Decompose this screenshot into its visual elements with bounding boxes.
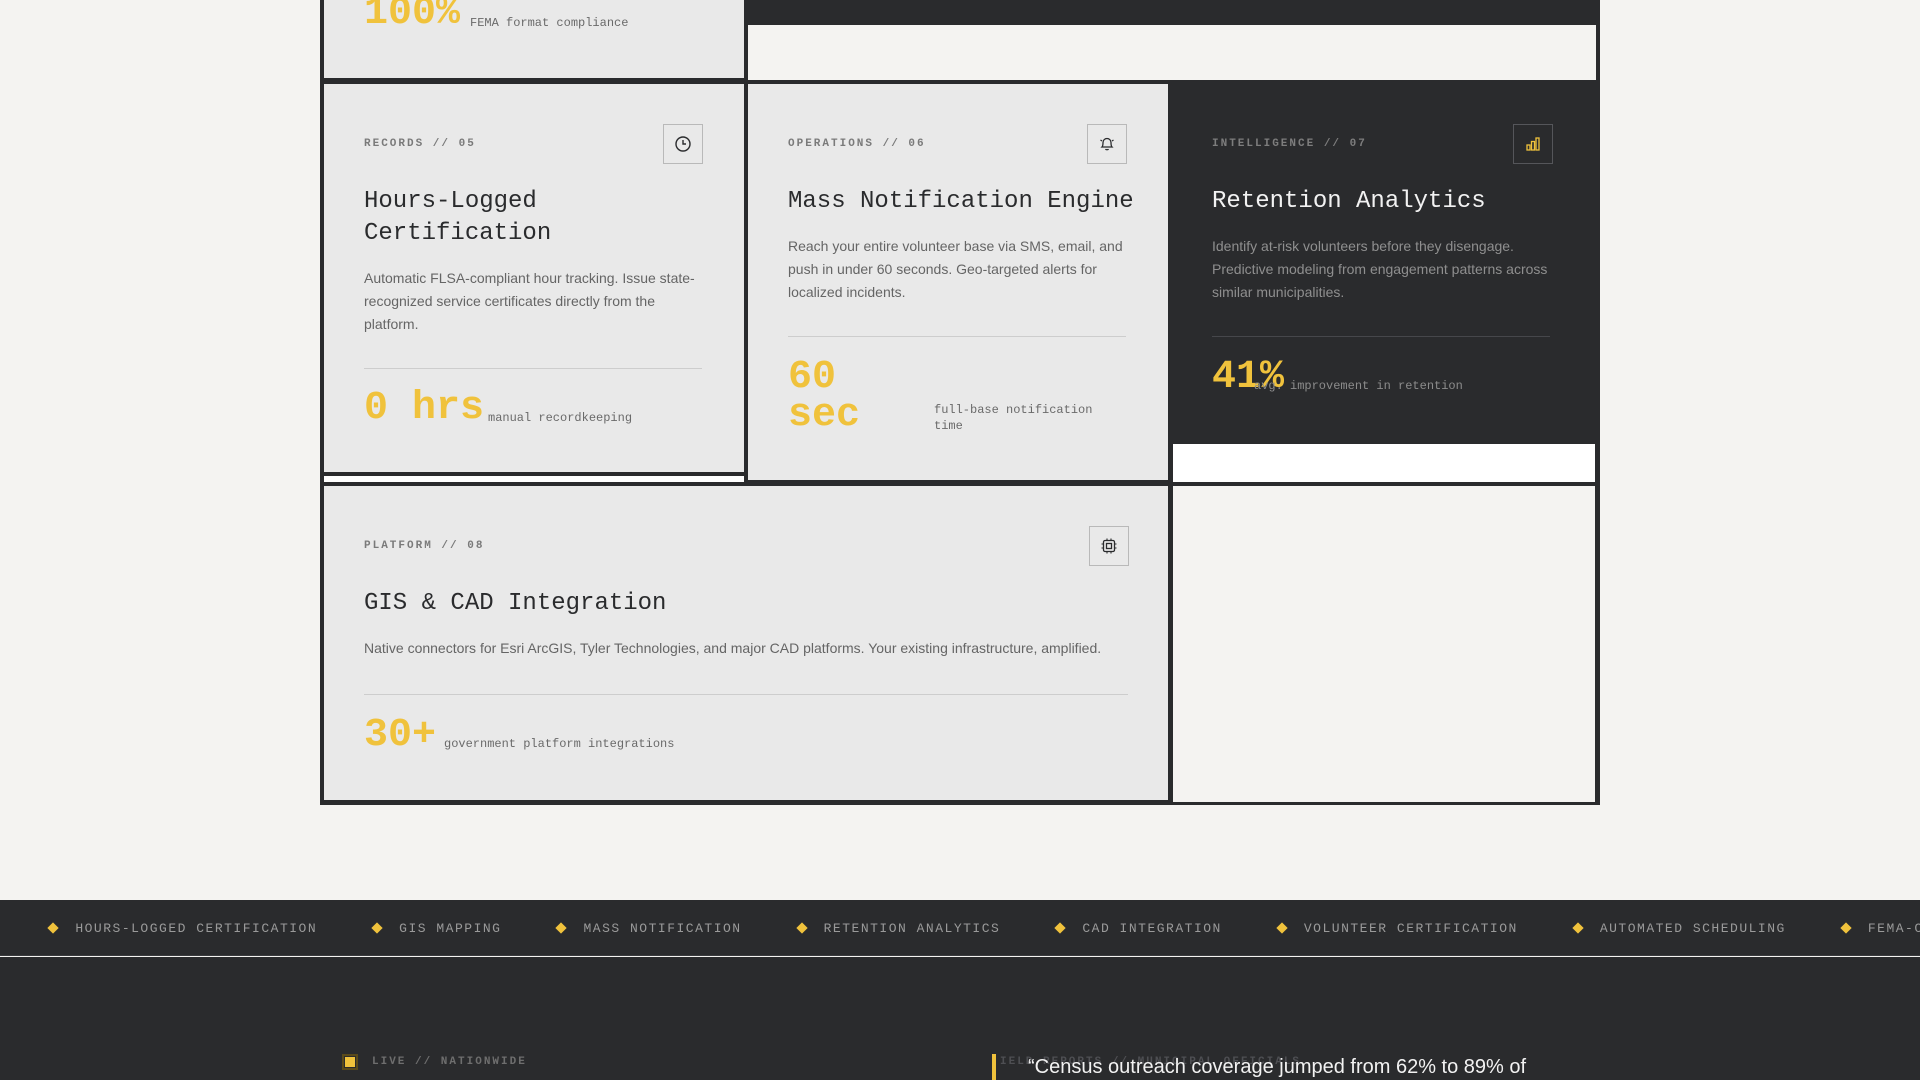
- ticker-item-label: RETENTION ANALYTICS: [823, 920, 1001, 936]
- ticker-item-label: AUTOMATED SCHEDULING: [1599, 920, 1786, 936]
- divider: [1212, 336, 1550, 337]
- stat-label-line: time: [934, 419, 963, 433]
- feature-card-records: RECORDS // 05 Hours-Logged Certification…: [324, 84, 744, 472]
- stat-label: manual recordkeeping: [488, 411, 633, 425]
- ticker-item-label: FEMA-COMPAT: [1867, 920, 1920, 936]
- stat-label: government platform integrations: [444, 737, 675, 751]
- card-title-line: GIS & CAD Integration: [364, 590, 667, 617]
- feature-card-platform: PLATFORM // 08 GIS & CAD Integration Nat…: [324, 486, 1168, 800]
- empty-cell: [324, 476, 744, 482]
- chip-icon: [1089, 526, 1129, 566]
- stat-value-line: sec: [788, 393, 861, 438]
- diamond-icon: [795, 922, 808, 934]
- card-description: Identify at-risk volunteers before they …: [1212, 235, 1547, 304]
- card-description: Native connectors for Esri ArcGIS, Tyler…: [364, 637, 1101, 660]
- empty-cell: [1173, 486, 1595, 802]
- live-status-icon: [342, 1054, 358, 1070]
- empty-cell: [1173, 444, 1595, 482]
- bell-icon: [1087, 124, 1127, 164]
- desc-line: Automatic FLSA-compliant hour tracking. …: [364, 270, 695, 286]
- clock-icon: [663, 124, 703, 164]
- ticker-item: AUTOMATED SCHEDULING: [1572, 920, 1786, 936]
- card-tag: OPERATIONS // 06: [788, 138, 926, 150]
- stat-label-line: full-base notification: [934, 403, 1093, 417]
- stat-label: full-base notification time: [934, 402, 1092, 434]
- ticker-item: RETENTION ANALYTICS: [795, 920, 1001, 936]
- desc-line: similar municipalities.: [1212, 284, 1345, 300]
- testimonial-section: [0, 957, 1920, 1080]
- desc-line: Reach your entire volunteer base via SMS…: [788, 238, 1123, 254]
- diamond-icon: [1572, 922, 1584, 934]
- ticker-item: CAD INTEGRATION: [1054, 920, 1222, 936]
- stat-value: 100%: [364, 0, 461, 36]
- card-title-line: Mass Notification Engine: [788, 188, 1134, 215]
- feature-ticker: N HOURS-LOGGED CERTIFICATION GIS MAPPING…: [0, 900, 1920, 956]
- ticker-item-label: GIS MAPPING: [399, 920, 502, 936]
- stat-label: FEMA format compliance: [470, 16, 629, 30]
- card-tag: RECORDS // 05: [364, 138, 476, 150]
- testimonial-quote: “Census outreach coverage jumped from 62…: [1028, 1056, 1527, 1078]
- stat-value: 60 sec: [788, 355, 861, 438]
- card-title: Hours-Logged Certification: [364, 186, 551, 250]
- card-title-line: Certification: [364, 220, 552, 247]
- card-title-line: Retention Analytics: [1212, 188, 1486, 215]
- desc-line: push in under 60 seconds. Geo-targeted a…: [788, 261, 1097, 277]
- desc-line: Identify at-risk volunteers before they …: [1212, 238, 1514, 254]
- desc-line: Native connectors for Esri ArcGIS, Tyler…: [364, 640, 1102, 656]
- card-title: Retention Analytics: [1212, 186, 1486, 218]
- stat-label: avg. improvement in retention: [1254, 379, 1463, 393]
- ticker-item-label: CAD INTEGRATION: [1082, 920, 1222, 936]
- card-title-line: Hours-Logged: [364, 188, 537, 215]
- ticker-item: HOURS-LOGGED CERTIFICATION: [47, 920, 318, 936]
- live-label: LIVE // NATIONWIDE: [372, 1056, 527, 1068]
- ticker-item: VOLUNTEER CERTIFICATION: [1276, 920, 1518, 936]
- diamond-icon: [1840, 922, 1852, 934]
- desc-line: localized incidents.: [788, 284, 906, 300]
- card-title: GIS & CAD Integration: [364, 588, 666, 620]
- diamond-icon: [47, 922, 59, 934]
- divider: [364, 368, 702, 369]
- card-title: Mass Notification Engine: [788, 186, 1134, 218]
- empty-cell: [748, 25, 1596, 80]
- divider: [788, 336, 1126, 337]
- card-tag: INTELLIGENCE // 07: [1212, 138, 1367, 150]
- ticker-item-label: VOLUNTEER CERTIFICATION: [1303, 920, 1518, 936]
- feature-card-operations: OPERATIONS // 06 Mass Notification Engin…: [748, 84, 1168, 480]
- feature-card-intelligence: INTELLIGENCE // 07 Retention Analytics I…: [1172, 84, 1596, 440]
- diamond-icon: [1054, 922, 1067, 934]
- ticker-item: FEMA-COMPAT: [1840, 920, 1920, 936]
- desc-line: Predictive modeling from engagement patt…: [1212, 261, 1548, 277]
- ticker-item: GIS MAPPING: [371, 920, 502, 936]
- bar-chart-icon: [1513, 124, 1553, 164]
- quote-accent-bar: [992, 1054, 996, 1080]
- stat-value-line: 60: [788, 355, 837, 400]
- diamond-icon: [555, 922, 568, 934]
- feature-card-fema: 100% FEMA format compliance: [324, 0, 744, 78]
- ticker-item-label: MASS NOTIFICATION: [583, 920, 742, 936]
- desc-line: platform.: [364, 316, 419, 332]
- ticker-item: MASS NOTIFICATION: [555, 920, 742, 936]
- stat-value: 30+: [364, 713, 437, 758]
- card-description: Automatic FLSA-compliant hour tracking. …: [364, 267, 695, 336]
- ticker-item-label: HOURS-LOGGED CERTIFICATION: [75, 920, 318, 936]
- stat-value: 0 hrs: [364, 386, 485, 431]
- card-tag: PLATFORM // 08: [364, 540, 485, 552]
- live-indicator: LIVE // NATIONWIDE: [342, 1054, 527, 1070]
- diamond-icon: [1276, 922, 1288, 934]
- card-description: Reach your entire volunteer base via SMS…: [788, 235, 1123, 304]
- divider: [364, 694, 1128, 695]
- diamond-icon: [371, 922, 383, 934]
- ticker-track: N HOURS-LOGGED CERTIFICATION GIS MAPPING…: [0, 900, 1920, 955]
- desc-line: recognized service certificates directly…: [364, 293, 655, 309]
- feature-grid: 100% FEMA format compliance RECORDS // 0…: [320, 0, 1600, 805]
